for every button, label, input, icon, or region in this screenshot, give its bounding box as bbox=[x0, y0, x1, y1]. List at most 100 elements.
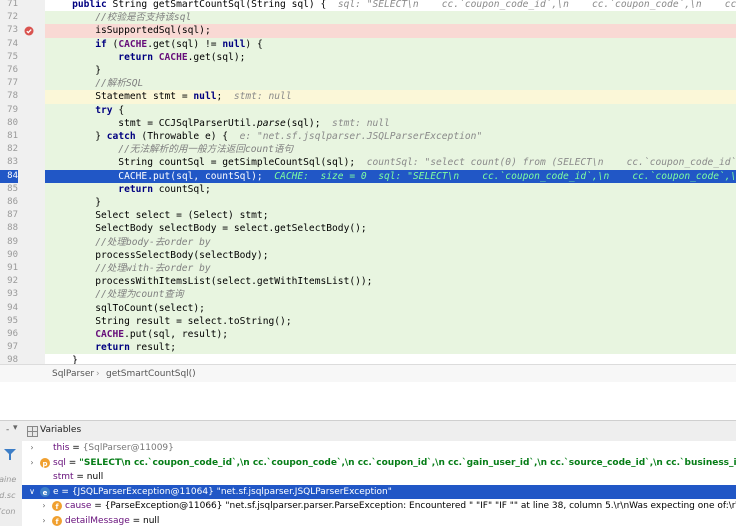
code-text: //校验是否支持该sql bbox=[45, 11, 736, 25]
code-token: result; bbox=[135, 342, 177, 354]
line-number[interactable]: 71 bbox=[0, 0, 18, 11]
line-number[interactable]: 82 bbox=[0, 143, 18, 156]
chevron-down-icon[interactable]: ∨ bbox=[28, 485, 36, 499]
code-line[interactable]: 98 } bbox=[0, 354, 736, 364]
line-number[interactable]: 76 bbox=[0, 64, 18, 77]
line-number[interactable]: 79 bbox=[0, 104, 18, 117]
code-token: countSql; bbox=[158, 183, 211, 195]
line-number[interactable]: 80 bbox=[0, 117, 18, 130]
line-number[interactable]: 90 bbox=[0, 249, 18, 262]
line-number[interactable]: 74 bbox=[0, 38, 18, 51]
variables-title: Variables bbox=[40, 425, 82, 435]
code-line[interactable]: 88 SelectBody selectBody = select.getSel… bbox=[0, 222, 736, 236]
line-number[interactable]: 86 bbox=[0, 196, 18, 209]
code-line[interactable]: 85 return countSql; bbox=[0, 182, 736, 196]
code-text: try { bbox=[45, 103, 736, 117]
code-line[interactable]: 83 String countSql = getSimpleCountSql(s… bbox=[0, 156, 736, 170]
variable-entry: cause = {ParseException@11066} "net.sf.j… bbox=[65, 499, 736, 513]
chevron-right-icon[interactable]: › bbox=[28, 441, 36, 455]
breadcrumb-class[interactable]: SqlParser bbox=[52, 369, 94, 379]
code-line[interactable]: 71 public String getSmartCountSql(String… bbox=[0, 0, 736, 11]
code-line[interactable]: 80 stmt = CCJSqlParserUtil.parse(sql); s… bbox=[0, 116, 736, 130]
line-number[interactable]: 75 bbox=[0, 51, 18, 64]
code-token: String getSmartCountSql(String sql) { bbox=[112, 0, 338, 10]
chevron-right-icon[interactable]: › bbox=[40, 499, 48, 513]
breadcrumb-method[interactable]: getSmartCountSql() bbox=[106, 369, 196, 379]
editor-spacer bbox=[0, 382, 736, 420]
code-line[interactable]: 90 processSelectBody(selectBody); bbox=[0, 248, 736, 262]
code-line[interactable]: 95 String result = select.toString(); bbox=[0, 314, 736, 328]
code-line[interactable]: 73 isSupportedSql(sql); bbox=[0, 24, 736, 38]
line-number[interactable]: 85 bbox=[0, 183, 18, 196]
code-text: //处理with-去order by bbox=[45, 262, 736, 276]
line-number[interactable]: 84 bbox=[0, 169, 18, 183]
code-text: } bbox=[45, 196, 736, 210]
chevron-down-icon[interactable]: ▾ bbox=[13, 423, 18, 433]
code-line[interactable]: 97 return result; bbox=[0, 341, 736, 355]
code-line[interactable]: 82 //无法解析的用一般方法返回count语句 bbox=[0, 143, 736, 157]
code-text: //解析SQL bbox=[45, 77, 736, 91]
code-token: String countSql = getSimpleCountSql(sql)… bbox=[49, 157, 367, 169]
code-token: (sql); bbox=[285, 117, 333, 129]
line-number[interactable]: 92 bbox=[0, 275, 18, 288]
variable-value: null bbox=[86, 472, 104, 482]
variable-row[interactable]: stmt = null bbox=[22, 470, 736, 484]
code-line[interactable]: 75 return CACHE.get(sql); bbox=[0, 50, 736, 64]
line-number[interactable]: 95 bbox=[0, 315, 18, 328]
variable-equals: = bbox=[91, 501, 105, 511]
code-token: null bbox=[222, 38, 246, 50]
line-number[interactable]: 78 bbox=[0, 90, 18, 103]
line-number[interactable]: 72 bbox=[0, 11, 18, 24]
breadcrumb: SqlParser › getSmartCountSql() bbox=[0, 364, 736, 383]
variable-row[interactable]: › p sql = "SELECT\n cc.`coupon_code_id`,\n… bbox=[22, 456, 736, 470]
line-number[interactable]: 81 bbox=[0, 130, 18, 143]
code-line[interactable]: 77 //解析SQL bbox=[0, 77, 736, 91]
code-token: } bbox=[49, 197, 101, 208]
code-token: Select select = (Select) stmt; bbox=[49, 210, 269, 222]
code-text: //处理为count查询 bbox=[45, 288, 736, 302]
line-number[interactable]: 83 bbox=[0, 156, 18, 169]
line-number[interactable]: 98 bbox=[0, 354, 18, 364]
code-line[interactable]: 74 if (CACHE.get(sql) != null) { bbox=[0, 37, 736, 51]
code-line[interactable]: 79 try { bbox=[0, 103, 736, 117]
line-number[interactable]: 77 bbox=[0, 77, 18, 90]
code-line[interactable]: 81 } catch (Throwable e) { e: "net.sf.js… bbox=[0, 130, 736, 144]
variable-row[interactable]: ∨ e e = {JSQLParserException@11064} "net.s… bbox=[22, 484, 736, 499]
line-number[interactable]: 89 bbox=[0, 236, 18, 249]
variable-entry: e = {JSQLParserException@11064} "net.sf.… bbox=[53, 485, 392, 499]
code-line[interactable]: 87 Select select = (Select) stmt; bbox=[0, 209, 736, 223]
code-line[interactable]: 92 processWithItemsList(select.getWithIt… bbox=[0, 275, 736, 289]
variable-row[interactable]: › f detailMessage = null bbox=[22, 514, 736, 526]
code-line[interactable]: 91 //处理with-去order by bbox=[0, 262, 736, 276]
line-number[interactable]: 96 bbox=[0, 328, 18, 341]
code-line[interactable]: 93 //处理为count查询 bbox=[0, 288, 736, 302]
line-number[interactable]: 87 bbox=[0, 209, 18, 222]
line-number[interactable]: 73 bbox=[0, 24, 18, 37]
variable-icon-placeholder bbox=[40, 443, 50, 453]
line-number[interactable]: 97 bbox=[0, 341, 18, 354]
line-number[interactable]: 91 bbox=[0, 262, 18, 275]
code-line[interactable]: 94 sqlToCount(select); bbox=[0, 301, 736, 315]
line-number[interactable]: 93 bbox=[0, 288, 18, 301]
line-number[interactable]: 88 bbox=[0, 222, 18, 235]
chevron-right-icon[interactable]: › bbox=[40, 514, 48, 526]
code-token: try bbox=[49, 104, 119, 116]
breakpoint-icon[interactable] bbox=[24, 26, 34, 36]
code-line[interactable]: 89 //处理body-去order by bbox=[0, 235, 736, 249]
variable-row[interactable]: › f cause = {ParseException@11066} "net.sf… bbox=[22, 499, 736, 513]
code-text: CACHE.put(sql, countSql); CACHE: size = … bbox=[45, 169, 736, 183]
code-editor[interactable]: 71 public String getSmartCountSql(String… bbox=[0, 0, 736, 364]
code-line[interactable]: 86 } bbox=[0, 196, 736, 210]
code-line[interactable]: 72 //校验是否支持该sql bbox=[0, 11, 736, 25]
code-line[interactable]: 78 Statement stmt = null; stmt: null bbox=[0, 90, 736, 104]
collapse-toggle[interactable]: - bbox=[6, 425, 9, 435]
code-line[interactable]: 84 CACHE.put(sql, countSql); CACHE: size… bbox=[0, 169, 736, 183]
line-number[interactable]: 94 bbox=[0, 302, 18, 315]
code-line[interactable]: 76 } bbox=[0, 64, 736, 78]
chevron-right-icon[interactable]: › bbox=[28, 456, 36, 470]
code-line[interactable]: 96 CACHE.put(sql, result); bbox=[0, 328, 736, 342]
variables-tree[interactable]: › this = {SqlParser@11009} › p sql = "SELECT… bbox=[22, 441, 736, 526]
variable-row[interactable]: › this = {SqlParser@11009} bbox=[22, 441, 736, 455]
filter-icon[interactable] bbox=[4, 445, 16, 464]
variable-type-icon: f bbox=[52, 515, 62, 526]
